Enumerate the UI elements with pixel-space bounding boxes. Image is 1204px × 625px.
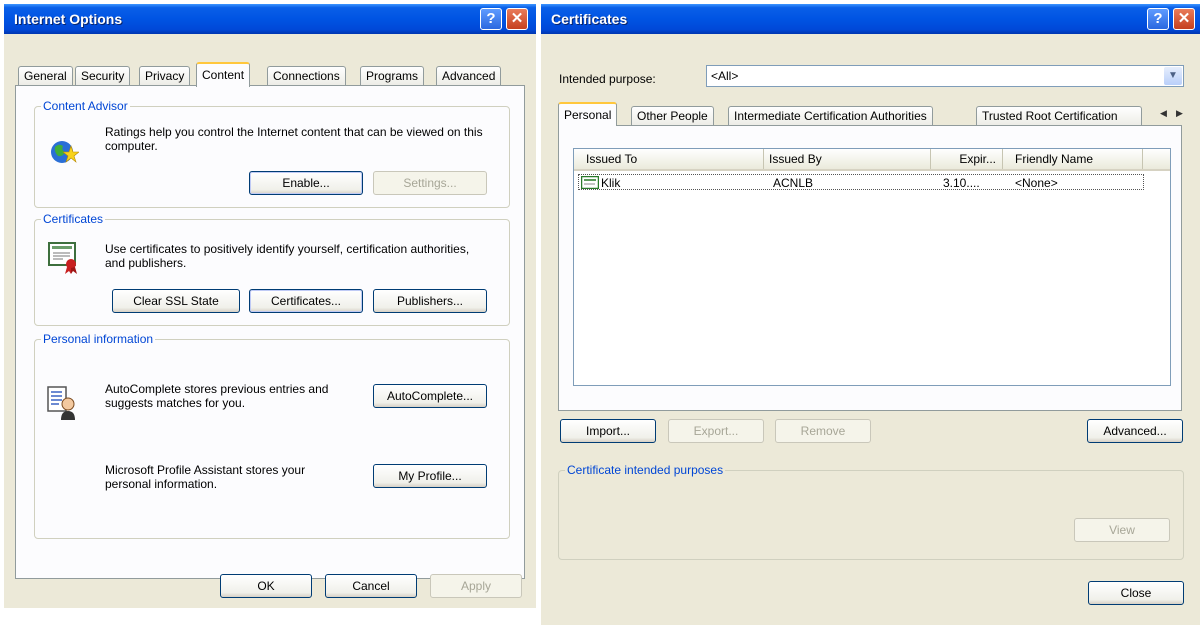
certificates-title: Certificates <box>551 11 628 27</box>
tab-privacy[interactable]: Privacy <box>139 66 191 86</box>
column-issued-by[interactable]: Issued By <box>764 149 931 169</box>
content-tab-panel: Content Advisor Ratings help you control… <box>15 85 525 579</box>
intended-purposes-group: Certificate intended purposes View <box>558 463 1184 560</box>
clear-ssl-state-button[interactable]: Clear SSL State <box>112 289 240 313</box>
my-profile-button[interactable]: My Profile... <box>373 464 487 488</box>
help-button[interactable]: ? <box>480 8 502 30</box>
cell-expiration: 3.10.... <box>943 176 980 190</box>
tab-trusted-root[interactable]: Trusted Root Certification <box>976 106 1142 126</box>
tab-security[interactable]: Security <box>75 66 131 86</box>
advanced-button[interactable]: Advanced... <box>1087 419 1183 443</box>
certificates-help-button[interactable]: ? <box>1147 8 1169 30</box>
export-button-label: Export... <box>693 424 739 438</box>
close-button-label: Close <box>1120 586 1152 600</box>
content-advisor-title: Content Advisor <box>41 99 130 113</box>
tab-general[interactable]: General <box>18 66 73 86</box>
content-settings-label: Settings... <box>403 176 457 190</box>
globe-star-icon <box>51 141 79 163</box>
intended-purposes-title: Certificate intended purposes <box>565 463 726 477</box>
certificate-small-icon <box>581 176 599 189</box>
publishers-button[interactable]: Publishers... <box>373 289 487 313</box>
tab-scroll-right-icon[interactable]: ▶ <box>1176 108 1183 119</box>
autocomplete-button[interactable]: AutoComplete... <box>373 384 487 408</box>
apply-button[interactable]: Apply <box>430 574 522 598</box>
tab-advanced[interactable]: Advanced <box>436 66 502 86</box>
certificates-titlebar[interactable]: Certificates ? ✕ <box>541 4 1200 34</box>
tab-other-people[interactable]: Other People <box>631 106 714 126</box>
internet-options-titlebar[interactable]: Internet Options ? ✕ <box>4 4 536 34</box>
tab-intermediate-ca[interactable]: Intermediate Certification Authorities <box>728 106 933 126</box>
remove-button[interactable]: Remove <box>775 419 871 443</box>
autocomplete-button-label: AutoComplete... <box>386 389 474 403</box>
tab-programs[interactable]: Programs <box>360 66 425 86</box>
certificates-button-label: Certificates... <box>270 294 342 308</box>
clear-ssl-state-label: Clear SSL State <box>133 294 219 308</box>
certificates-window: Certificates ? ✕ Intended purpose: <All>… <box>541 4 1200 625</box>
intended-purpose-label: Intended purpose: <box>559 72 656 86</box>
content-advisor-group: Content Advisor Ratings help you control… <box>34 99 510 208</box>
certificates-close-window-button[interactable]: ✕ <box>1173 8 1195 30</box>
intended-purpose-dropdown[interactable]: <All> ▼ <box>706 65 1184 87</box>
cancel-button-label: Cancel <box>352 579 390 593</box>
certificates-group: Certificates Use certificates to positiv… <box>34 212 510 326</box>
column-issued-to[interactable]: Issued To <box>574 149 764 169</box>
export-button[interactable]: Export... <box>668 419 764 443</box>
tab-connections[interactable]: Connections <box>267 66 346 86</box>
certificates-group-title: Certificates <box>41 212 106 226</box>
autocomplete-text: AutoComplete stores previous entries and… <box>105 382 329 410</box>
view-button[interactable]: View <box>1074 518 1170 542</box>
import-button-label: Import... <box>585 424 630 438</box>
personal-tab-panel: Issued To Issued By Expir... Friendly Na… <box>558 125 1182 411</box>
close-window-button[interactable]: ✕ <box>506 8 528 30</box>
cell-issued-to: Klik <box>601 176 621 190</box>
chevron-down-icon[interactable]: ▼ <box>1164 67 1182 85</box>
close-button[interactable]: Close <box>1088 581 1184 605</box>
certificate-list[interactable]: Issued To Issued By Expir... Friendly Na… <box>573 148 1171 386</box>
advanced-button-label: Advanced... <box>1103 424 1167 438</box>
column-expiration[interactable]: Expir... <box>931 149 1003 169</box>
view-button-label: View <box>1109 523 1135 537</box>
tab-personal[interactable]: Personal <box>558 102 618 126</box>
autocomplete-person-icon <box>47 386 75 420</box>
remove-button-label: Remove <box>800 424 846 438</box>
tab-content[interactable]: Content <box>196 62 251 87</box>
enable-button[interactable]: Enable... <box>249 171 363 195</box>
cancel-button[interactable]: Cancel <box>325 574 417 598</box>
content-settings-button[interactable]: Settings... <box>373 171 487 195</box>
certificates-text: Use certificates to positively identify … <box>105 242 470 270</box>
column-friendly-name[interactable]: Friendly Name <box>1003 149 1143 169</box>
intended-purpose-value: <All> <box>711 69 739 83</box>
publishers-button-label: Publishers... <box>396 294 464 308</box>
ok-button[interactable]: OK <box>220 574 312 598</box>
cell-issued-by: ACNLB <box>773 176 814 190</box>
ok-button-label: OK <box>257 579 275 593</box>
tab-scroll-left-icon[interactable]: ◀ <box>1160 108 1167 119</box>
my-profile-button-label: My Profile... <box>398 469 462 483</box>
content-advisor-text: Ratings help you control the Internet co… <box>105 125 483 153</box>
certificate-ribbon-icon <box>48 242 77 274</box>
table-row[interactable]: Klik ACNLB 3.10.... <None> <box>578 174 1144 190</box>
internet-options-tabs: General Security Privacy Content Connect… <box>18 62 524 87</box>
apply-button-label: Apply <box>460 579 492 593</box>
cell-friendly-name: <None> <box>1015 176 1058 190</box>
certificate-store-tabs: Personal Other People Intermediate Certi… <box>558 102 1188 126</box>
enable-button-label: Enable... <box>282 176 330 190</box>
personal-information-title: Personal information <box>41 332 156 346</box>
profile-assistant-text: Microsoft Profile Assistant stores your … <box>105 463 306 491</box>
internet-options-window: Internet Options ? ✕ General Security Pr… <box>4 4 536 608</box>
import-button[interactable]: Import... <box>560 419 656 443</box>
certificate-list-header: Issued To Issued By Expir... Friendly Na… <box>574 149 1170 171</box>
internet-options-title: Internet Options <box>14 11 123 27</box>
personal-information-group: Personal information AutoComplete stores… <box>34 332 510 539</box>
certificates-button[interactable]: Certificates... <box>249 289 363 313</box>
